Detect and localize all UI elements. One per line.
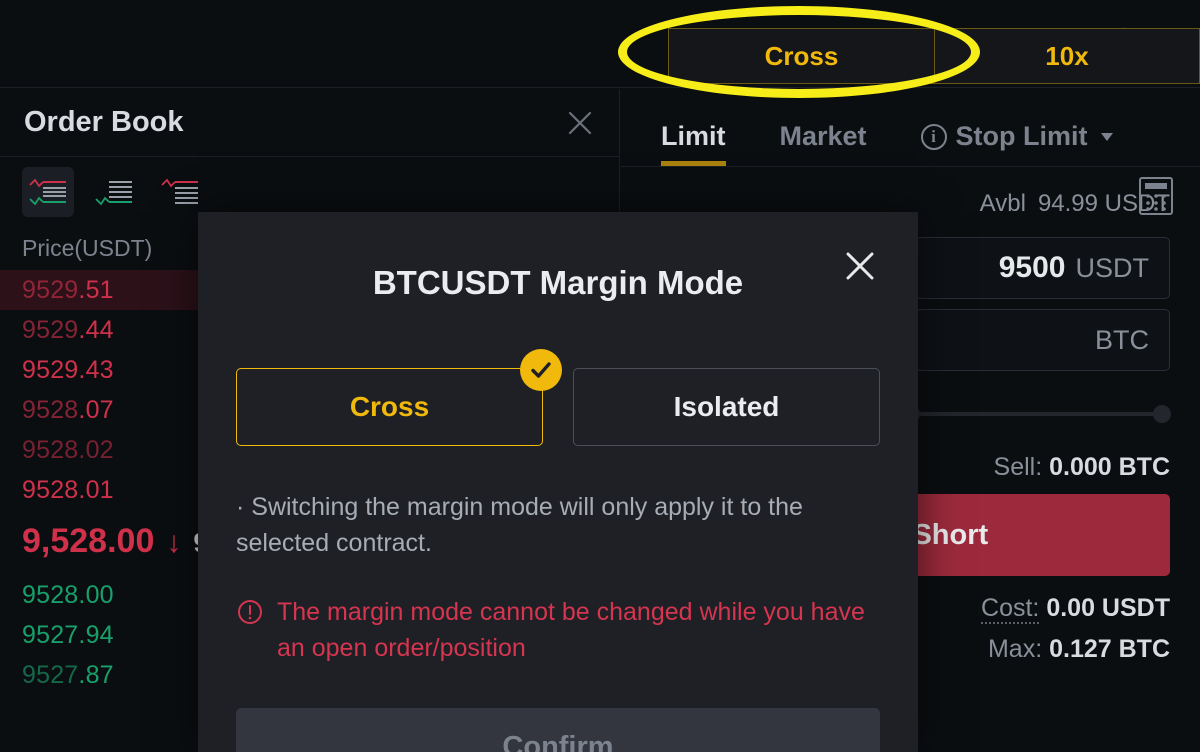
bid-price-int: 9528 (22, 580, 79, 609)
last-price-value: 9,528.00 (22, 522, 155, 560)
top-header-bar: Preferences VIP 0 Cross 10x (0, 0, 1200, 88)
ask-price-int: 9528 (22, 475, 79, 504)
ask-price-dec: .44 (78, 315, 114, 344)
price-down-arrow-icon: ↓ (166, 526, 182, 559)
amount-input-unit: BTC (1095, 324, 1149, 355)
ask-price-int: 9528 (22, 435, 79, 464)
ask-price-int: 9529 (22, 315, 79, 344)
sell-value: 0.000 BTC (1049, 453, 1170, 481)
tab-market[interactable]: Market (780, 121, 867, 166)
available-label: Avbl (979, 190, 1026, 217)
order-book-asks-icon[interactable] (154, 167, 206, 217)
cost-value: 0.00 USDT (1046, 594, 1170, 622)
confirm-button[interactable]: Confirm (236, 708, 880, 752)
bid-price-dec: .94 (78, 620, 114, 649)
cost-label: Cost: (981, 594, 1040, 624)
bid-price-int: 9527 (22, 620, 79, 649)
modal-close-icon[interactable] (838, 244, 882, 288)
margin-mode-option-cross-label: Cross (349, 391, 430, 422)
margin-mode-option-isolated-label: Isolated (673, 391, 780, 422)
max-value: 0.127 BTC (1049, 635, 1170, 663)
margin-mode-options: Cross Isolated (198, 302, 918, 446)
slider-handle-100[interactable] (1153, 405, 1171, 423)
check-icon (520, 349, 562, 391)
price-input-value: 9500 (998, 251, 1066, 284)
sell-label: Sell: (993, 453, 1043, 481)
order-book-both-icon[interactable] (22, 167, 74, 217)
order-book-title: Order Book (24, 106, 184, 138)
order-book-close-icon[interactable] (557, 100, 603, 146)
ask-price-dec: .51 (78, 275, 114, 304)
tab-limit[interactable]: Limit (661, 121, 726, 166)
bid-price-dec: .00 (78, 580, 114, 609)
ask-price-dec: .43 (78, 355, 114, 384)
info-icon: i (920, 123, 947, 150)
calculator-icon[interactable] (1136, 175, 1176, 217)
ask-price-int: 9529 (22, 355, 79, 384)
ask-price-dec: .07 (78, 395, 114, 424)
bid-price-int: 9527 (22, 660, 79, 689)
tab-limit-label: Limit (661, 121, 726, 151)
modal-note-text: · Switching the margin mode will only ap… (236, 493, 803, 557)
tab-market-label: Market (779, 121, 867, 151)
app-root: Preferences VIP 0 Cross 10x Order Book (0, 0, 1200, 752)
ask-price-int: 9529 (22, 275, 79, 304)
ask-price-dec: .02 (78, 435, 114, 464)
ask-price-int: 9528 (22, 395, 79, 424)
chevron-down-icon (1100, 132, 1113, 141)
modal-warning: The margin mode cannot be changed while … (198, 561, 918, 666)
modal-warning-text: The margin mode cannot be changed while … (277, 598, 865, 662)
warning-circle-icon (236, 598, 264, 626)
max-label: Max: (987, 635, 1043, 663)
order-book-bids-icon[interactable] (88, 167, 140, 217)
tab-stop-limit[interactable]: i Stop Limit (920, 121, 1113, 166)
tab-stop-limit-label: Stop Limit (955, 121, 1088, 151)
order-book-header: Order Book (0, 89, 619, 157)
ask-price-dec: .01 (78, 475, 114, 504)
price-input-unit: USDT (1075, 252, 1150, 283)
bid-price-dec: .87 (78, 660, 114, 689)
order-type-tabs: Limit Market i Stop Limit (621, 89, 1200, 167)
margin-mode-option-cross[interactable]: Cross (236, 349, 562, 446)
margin-leverage-group: Cross 10x (668, 28, 1200, 84)
margin-mode-option-isolated[interactable]: Isolated (573, 368, 880, 446)
margin-mode-modal: BTCUSDT Margin Mode Cross Isolated · Swi… (198, 212, 918, 752)
leverage-button[interactable]: 10x (934, 28, 1200, 84)
modal-title: BTCUSDT Margin Mode (372, 264, 744, 301)
margin-mode-button[interactable]: Cross (668, 28, 934, 84)
